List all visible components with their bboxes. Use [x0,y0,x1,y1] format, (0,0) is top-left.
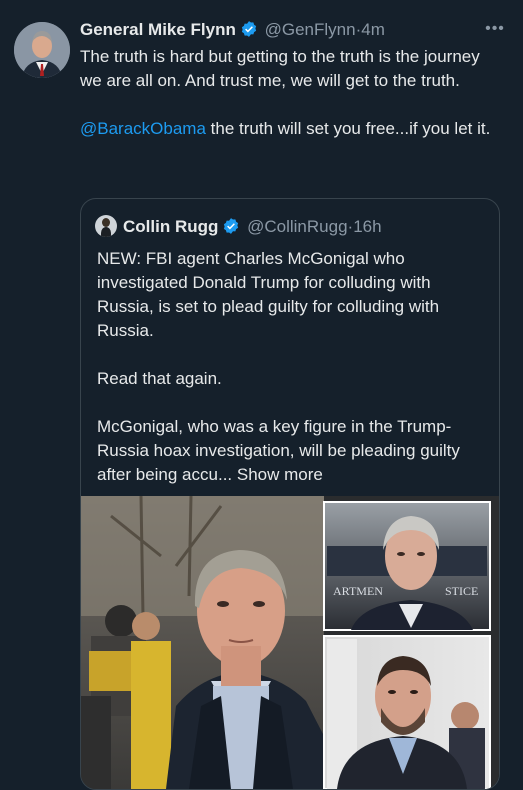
author-avatar-image [14,22,70,78]
quote-timestamp[interactable]: 16h [353,217,381,236]
quote-paragraph-1: NEW: FBI agent Charles McGonigal who inv… [97,249,440,340]
tweet-text: The truth is hard but getting to the tru… [80,45,500,141]
quoted-tweet[interactable]: Collin Rugg @CollinRugg·16h NEW: FBI age… [80,198,500,790]
verified-badge-icon [240,20,258,43]
quote-header: Collin Rugg @CollinRugg·16h [95,215,382,239]
tweet-paragraph-2: @BarackObama the truth will set you free… [80,117,500,141]
verified-badge-icon [222,217,240,240]
tweet-paragraph-2-rest: the truth will set you free...if you let… [205,119,491,138]
tweet[interactable]: General Mike Flynn @GenFlynn·4m ••• The … [0,0,523,790]
media-sign-left: ARTMEN [333,584,383,598]
tweet-paragraph-1: The truth is hard but getting to the tru… [80,47,480,90]
quote-media-image[interactable]: ARTMEN STICE [81,496,499,789]
quote-author-handle[interactable]: @CollinRugg [247,217,347,236]
author-avatar[interactable] [14,22,70,78]
quote-paragraph-2: Read that again. [97,369,222,388]
quote-author-name[interactable]: Collin Rugg [123,217,218,236]
tweet-timestamp[interactable]: 4m [361,20,385,39]
tweet-header: General Mike Flynn @GenFlynn·4m [80,20,503,44]
quote-text: NEW: FBI agent Charles McGonigal who inv… [97,247,489,487]
ellipsis-icon[interactable]: ••• [483,21,507,38]
quote-paragraph-3: McGonigal, who was a key figure in the T… [97,415,489,487]
show-more-link[interactable]: Show more [237,465,323,484]
mention-link[interactable]: @BarackObama [80,119,206,138]
media-sign-right: STICE [445,584,478,598]
author-name[interactable]: General Mike Flynn [80,20,236,39]
author-handle[interactable]: @GenFlynn [265,20,356,39]
quote-author-avatar[interactable] [95,215,117,237]
